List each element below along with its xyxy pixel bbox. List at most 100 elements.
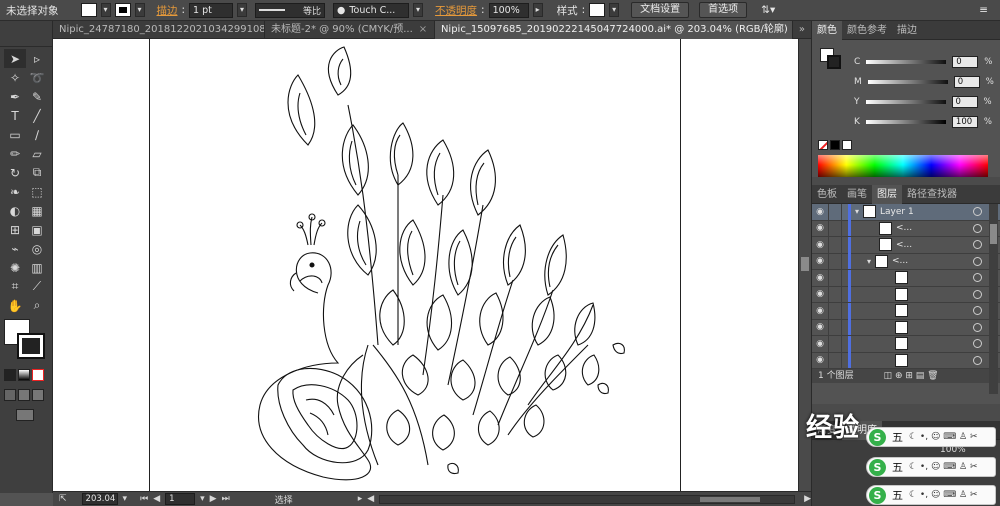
ime-toolbar[interactable]: S 五 ☾ •, ☺ ⌨ ♙ ✂ xyxy=(866,485,996,505)
artboard-tool-icon[interactable]: ⌗ xyxy=(4,277,26,296)
sogou-logo-icon[interactable]: S xyxy=(869,458,886,476)
target-circle-icon[interactable] xyxy=(973,240,982,250)
black-value[interactable]: 100 xyxy=(951,116,978,128)
draw-normal-icon[interactable] xyxy=(4,389,16,401)
gradient-mode-icon[interactable] xyxy=(18,369,30,381)
layer-item-name[interactable]: <... xyxy=(892,256,908,266)
zoom-tool-icon[interactable]: ⌕ xyxy=(26,296,48,315)
layer-path-row[interactable]: ◉ xyxy=(812,335,1000,353)
visibility-eye-icon[interactable]: ◉ xyxy=(812,223,828,233)
horizontal-scrollbar[interactable] xyxy=(379,494,796,504)
layer-row[interactable]: ◉ ▾ Layer 1 xyxy=(812,203,1000,221)
magenta-value[interactable]: 0 xyxy=(953,76,980,88)
lasso-tool-icon[interactable]: ➰ xyxy=(26,68,48,87)
blend-tool-icon[interactable]: ◎ xyxy=(26,239,48,258)
ime-tools-icons[interactable]: ☾ •, ☺ ⌨ ♙ ✂ xyxy=(909,432,978,442)
next-artboard-icon[interactable]: ▶ xyxy=(210,494,217,504)
stroke-profile-select[interactable]: 等比 xyxy=(255,2,326,18)
ime-mode[interactable]: 五 xyxy=(892,487,903,503)
lock-toggle[interactable] xyxy=(828,352,842,369)
tab-pathfinder[interactable]: 路径查找器 xyxy=(902,185,962,204)
magic-wand-tool-icon[interactable]: ✧ xyxy=(4,68,26,87)
canvas[interactable] xyxy=(53,39,798,491)
cyan-slider[interactable] xyxy=(866,60,947,64)
shape-builder-tool-icon[interactable]: ◐ xyxy=(4,201,26,220)
sogou-logo-icon[interactable]: S xyxy=(869,486,886,504)
expand-triangle-icon[interactable]: ▾ xyxy=(867,257,871,266)
layer-group-row[interactable]: ◉ ▾ <... xyxy=(812,253,1000,270)
artboard-nav-icon[interactable]: ⇱ xyxy=(59,494,67,504)
lock-toggle[interactable] xyxy=(828,335,842,352)
stroke-weight-field[interactable]: 1 pt xyxy=(189,2,234,18)
visibility-eye-icon[interactable]: ◉ xyxy=(812,306,828,316)
brush-dropdown[interactable]: ▾ xyxy=(413,3,424,17)
lock-toggle[interactable] xyxy=(828,203,842,220)
scroll-left-icon[interactable]: ◀ xyxy=(367,494,374,504)
visibility-eye-icon[interactable]: ◉ xyxy=(812,256,828,266)
sogou-logo-icon[interactable]: S xyxy=(869,428,886,446)
last-artboard-icon[interactable]: ⏭ xyxy=(222,494,230,504)
layers-scrollbar[interactable] xyxy=(989,204,998,394)
tab-layers[interactable]: 图层 xyxy=(872,184,902,204)
tab-color-guide[interactable]: 颜色参考 xyxy=(842,21,892,40)
visibility-eye-icon[interactable]: ◉ xyxy=(812,355,828,365)
layer-path-row[interactable]: ◉ xyxy=(812,269,1000,287)
document-setup-button[interactable]: 文档设置 xyxy=(631,2,690,18)
target-circle-icon[interactable] xyxy=(973,223,982,233)
color-mode-icon[interactable] xyxy=(4,369,16,381)
opacity-link[interactable]: 不透明度 xyxy=(435,3,477,18)
black-swatch[interactable] xyxy=(830,140,840,150)
peacock-line-art[interactable] xyxy=(248,45,638,485)
ime-mode[interactable]: 五 xyxy=(892,459,903,475)
visibility-eye-icon[interactable]: ◉ xyxy=(812,339,828,349)
fill-stroke-widget[interactable] xyxy=(4,319,48,361)
visibility-eye-icon[interactable]: ◉ xyxy=(812,240,828,250)
stroke-dropdown[interactable]: ▾ xyxy=(134,3,145,17)
draw-behind-icon[interactable] xyxy=(18,389,30,401)
pencil-tool-icon[interactable]: ✏ xyxy=(4,144,26,163)
artboard-number-field[interactable]: 1 xyxy=(165,493,196,505)
layer-item-name[interactable]: <... xyxy=(896,240,912,250)
target-circle-icon[interactable] xyxy=(973,289,982,299)
lock-toggle[interactable] xyxy=(828,220,842,237)
tab-swatches[interactable]: 色板 xyxy=(812,185,842,204)
toolbox-grip[interactable] xyxy=(0,21,52,47)
first-artboard-icon[interactable]: ⏮ xyxy=(140,494,148,504)
scroll-thumb[interactable] xyxy=(801,257,809,271)
visibility-eye-icon[interactable]: ◉ xyxy=(812,273,828,283)
tab-brushes[interactable]: 画笔 xyxy=(842,185,872,204)
ime-mode[interactable]: 五 xyxy=(892,429,903,445)
tab-color[interactable]: 颜色 xyxy=(812,20,842,40)
tab-overflow-icon[interactable]: » xyxy=(793,21,811,39)
preferences-button[interactable]: 首选项 xyxy=(699,2,748,18)
stroke-link[interactable]: 描边 xyxy=(157,3,178,18)
slice-tool-icon[interactable]: ⟋ xyxy=(26,277,48,296)
layer-item-name[interactable]: <... xyxy=(896,223,912,233)
arrange-documents-icon[interactable]: ⇅▾ xyxy=(761,4,775,16)
status-arrow-icon[interactable]: ▸ xyxy=(358,494,363,504)
none-mode-icon[interactable] xyxy=(32,369,44,381)
horizontal-scroll-thumb[interactable] xyxy=(700,496,761,502)
prev-artboard-icon[interactable]: ◀ xyxy=(153,494,160,504)
yellow-value[interactable]: 0 xyxy=(951,96,978,108)
style-dropdown[interactable]: ▾ xyxy=(609,3,620,17)
curvature-tool-icon[interactable]: ✎ xyxy=(26,87,48,106)
rectangle-tool-icon[interactable]: ▭ xyxy=(4,125,26,144)
expand-triangle-icon[interactable]: ▾ xyxy=(855,207,859,216)
color-stroke-swatch[interactable] xyxy=(827,55,841,69)
layer-path-row[interactable]: ◉ xyxy=(812,286,1000,303)
symbol-sprayer-tool-icon[interactable]: ✺ xyxy=(4,258,26,277)
column-graph-tool-icon[interactable]: ▥ xyxy=(26,258,48,277)
fill-swatch[interactable] xyxy=(80,3,97,17)
magenta-slider[interactable] xyxy=(867,80,948,84)
target-circle-icon[interactable] xyxy=(973,339,982,349)
fill-dropdown[interactable]: ▾ xyxy=(100,3,111,17)
ime-toolbar[interactable]: S 五 ☾ •, ☺ ⌨ ♙ ✂ xyxy=(866,427,996,447)
lock-toggle[interactable] xyxy=(828,302,842,319)
ime-tools-icons[interactable]: ☾ •, ☺ ⌨ ♙ ✂ xyxy=(909,462,978,472)
paintbrush-tool-icon[interactable]: ∕ xyxy=(26,125,48,144)
artboard-dropdown[interactable]: ▾ xyxy=(200,494,205,504)
draw-inside-icon[interactable] xyxy=(32,389,44,401)
visibility-eye-icon[interactable]: ◉ xyxy=(812,322,828,332)
direct-selection-tool-icon[interactable]: ▹ xyxy=(26,49,48,68)
